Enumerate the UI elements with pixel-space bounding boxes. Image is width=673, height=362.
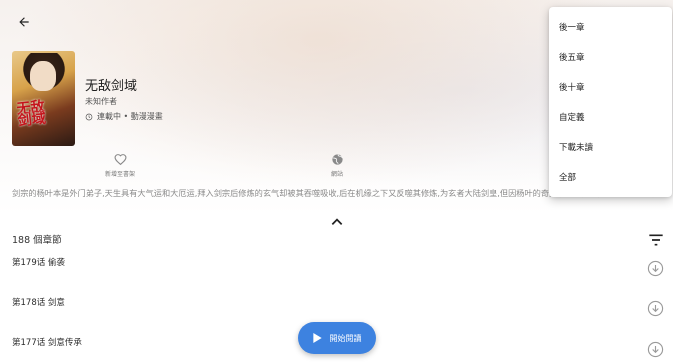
filter-button[interactable]	[648, 231, 664, 246]
webview-label: 網站	[330, 171, 343, 178]
start-reading-label: 開始閱讀	[329, 333, 362, 343]
heart-outline-icon	[114, 154, 126, 166]
globe-icon	[331, 154, 343, 165]
start-reading-button[interactable]: 開始閱讀	[298, 322, 376, 354]
menu-item-next-10[interactable]: 後十章	[549, 72, 672, 102]
chapter-title: 第178话 剑意	[12, 298, 65, 308]
download-icon[interactable]	[647, 341, 664, 358]
chapter-row[interactable]: 第179话 偷袭	[0, 256, 673, 296]
menu-item-unread[interactable]: 下載未讀	[549, 132, 672, 162]
menu-item-next-1[interactable]: 後一章	[549, 12, 672, 42]
chapter-count: 188 個章節	[12, 235, 62, 246]
download-menu: 後一章 後五章 後十章 自定義 下載未讀 全部	[549, 7, 672, 197]
manga-author: 未知作者	[85, 97, 117, 106]
menu-item-label: 後五章	[559, 53, 585, 63]
play-icon	[312, 333, 322, 343]
menu-item-label: 自定義	[559, 113, 585, 123]
filter-icon	[649, 234, 663, 246]
favorite-button[interactable]: 新增至書架	[90, 153, 150, 178]
menu-item-label: 後一章	[559, 23, 585, 33]
chevron-up-icon	[331, 218, 343, 225]
manga-cover: 无敌剑域	[12, 51, 75, 146]
menu-item-all[interactable]: 全部	[549, 162, 672, 192]
manga-title: 无敌剑域	[85, 79, 138, 94]
download-icon[interactable]	[647, 300, 664, 317]
menu-item-label: 全部	[559, 173, 577, 183]
back-button[interactable]	[10, 10, 38, 34]
webview-button[interactable]: 網站	[307, 153, 367, 178]
download-icon[interactable]	[647, 260, 664, 277]
expand-description-button[interactable]	[330, 212, 344, 225]
chapter-title: 第177话 剑意传承	[12, 338, 82, 348]
menu-item-label: 下載未讀	[559, 143, 594, 153]
menu-item-label: 後十章	[559, 83, 585, 93]
arrow-back-icon	[19, 17, 29, 27]
chapter-title: 第179话 偷袭	[12, 258, 65, 268]
status-text: 連載中 • 動漫漫畫	[97, 112, 163, 121]
menu-item-next-5[interactable]: 後五章	[549, 42, 672, 72]
manga-status: 連載中 • 動漫漫畫	[85, 111, 163, 122]
cover-title-art: 无敌剑域	[15, 98, 47, 130]
clock-icon	[85, 113, 93, 120]
favorite-label: 新增至書架	[104, 171, 135, 178]
menu-item-custom[interactable]: 自定義	[549, 102, 672, 132]
